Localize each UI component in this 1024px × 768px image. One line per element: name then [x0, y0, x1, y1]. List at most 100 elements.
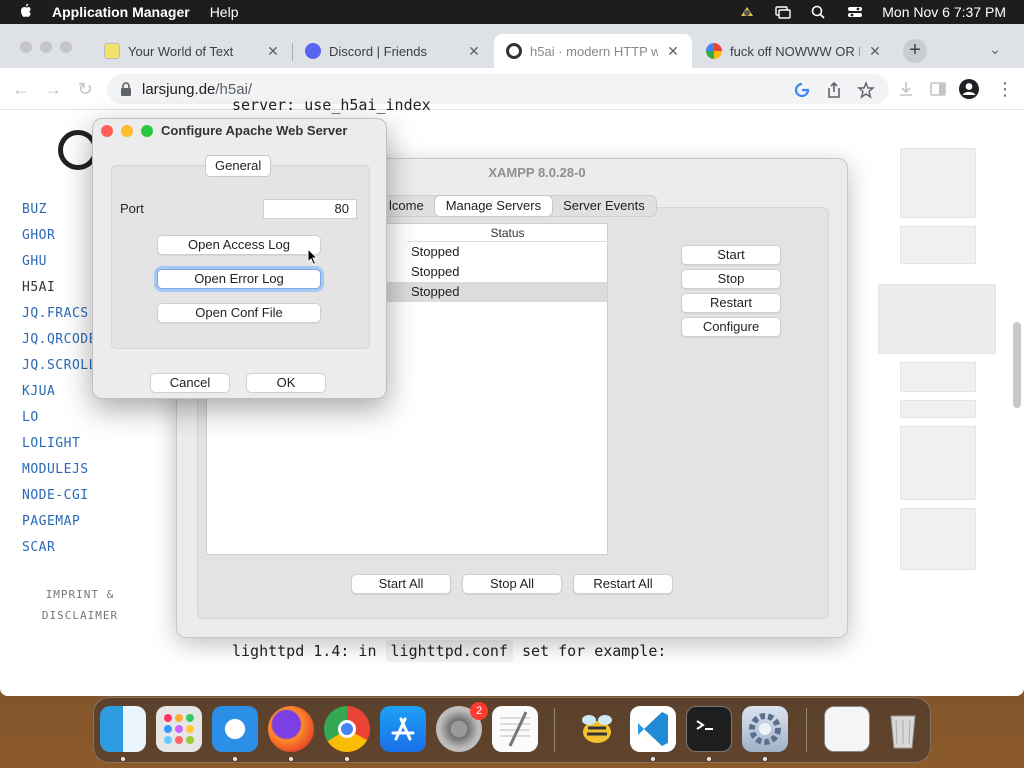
menu-help[interactable]: Help: [210, 4, 239, 20]
nav-link-lo[interactable]: LO: [22, 410, 97, 436]
screen-mirroring-icon[interactable]: [774, 4, 792, 20]
dock: 2: [93, 697, 931, 763]
dialog-close-dot[interactable]: [101, 125, 113, 137]
app-store-icon[interactable]: [380, 706, 426, 752]
port-label: Port: [120, 201, 144, 216]
start-all-button[interactable]: Start All: [351, 574, 451, 594]
lock-icon[interactable]: [120, 82, 132, 96]
cancel-button[interactable]: Cancel: [150, 373, 230, 393]
trash-icon[interactable]: [880, 706, 926, 752]
tab-close-icon[interactable]: ✕: [868, 44, 882, 58]
start-button[interactable]: Start: [681, 245, 781, 265]
window-minimize-dot[interactable]: [40, 41, 52, 53]
nav-link-ghu[interactable]: GHU: [22, 254, 97, 280]
browser-menu-icon[interactable]: ⋮: [994, 78, 1016, 100]
terminal-icon[interactable]: [686, 706, 732, 752]
browser-toolbar: ← → ↻ larsjung.de/h5ai/ ⋮: [0, 68, 1024, 110]
nav-link-ghor[interactable]: GHOR: [22, 228, 97, 254]
new-tab-button[interactable]: +: [903, 39, 927, 63]
tab-close-icon[interactable]: ✕: [467, 44, 481, 58]
imprint-link[interactable]: IMPRINT & DISCLAIMER: [20, 584, 140, 626]
open-conf-file-button[interactable]: Open Conf File: [157, 303, 321, 323]
control-center-icon[interactable]: [846, 4, 864, 20]
stop-button[interactable]: Stop: [681, 269, 781, 289]
mouse-cursor-icon: [307, 248, 319, 266]
dialog-zoom-dot[interactable]: [141, 125, 153, 137]
tab-server-events[interactable]: Server Events: [552, 196, 656, 216]
menu-app-name[interactable]: Application Manager: [52, 4, 190, 20]
tab-discord[interactable]: Discord | Friends ✕: [293, 34, 493, 68]
forward-arrow-icon[interactable]: →: [42, 78, 64, 100]
page-map-thumb: [900, 226, 976, 264]
nav-link-pagemap[interactable]: PAGEMAP: [22, 514, 97, 540]
nav-link-jq-fracs[interactable]: JQ.FRACS: [22, 306, 97, 332]
xampp-bee-icon[interactable]: [574, 706, 620, 752]
xampp-tab-bar: lcome Manage Servers Server Events: [377, 195, 657, 217]
google-lens-icon[interactable]: [793, 81, 811, 99]
firefox-icon[interactable]: [268, 706, 314, 752]
tab-your-world-of-text[interactable]: Your World of Text ✕: [92, 34, 292, 68]
search-icon[interactable]: [810, 4, 828, 20]
nav-link-kjua[interactable]: KJUA: [22, 384, 97, 410]
window-zoom-dot[interactable]: [60, 41, 72, 53]
nav-link-h5ai[interactable]: H5AI: [22, 280, 97, 306]
tab-manage-servers[interactable]: Manage Servers: [434, 196, 553, 216]
finder-icon[interactable]: [100, 706, 146, 752]
reload-icon[interactable]: ↻: [74, 78, 96, 100]
tab-close-icon[interactable]: ✕: [666, 44, 680, 58]
xampp-menu-icon[interactable]: [738, 4, 756, 20]
restart-button[interactable]: Restart: [681, 293, 781, 313]
side-panel-icon[interactable]: [929, 80, 947, 98]
tab-general[interactable]: General: [205, 155, 272, 177]
nav-link-node-cgi[interactable]: NODE-CGI: [22, 488, 97, 514]
share-icon[interactable]: [825, 81, 843, 99]
back-arrow-icon[interactable]: ←: [10, 78, 32, 100]
safari-icon[interactable]: [212, 706, 258, 752]
nav-link-buz[interactable]: BUZ: [22, 202, 97, 228]
bookmark-star-icon[interactable]: [857, 81, 875, 99]
address-bar[interactable]: larsjung.de/h5ai/: [107, 74, 889, 104]
download-icon[interactable]: [897, 80, 915, 98]
configure-apache-dialog: Configure Apache Web Server General Port…: [92, 118, 387, 399]
tab-google-search[interactable]: fuck off NOWWW OR I ✕: [694, 34, 894, 68]
page-map-thumb: [900, 362, 976, 392]
preview-icon[interactable]: [824, 706, 870, 752]
code-chip: lighttpd.conf: [385, 640, 513, 662]
tab-close-icon[interactable]: ✕: [266, 44, 280, 58]
open-access-log-button[interactable]: Open Access Log: [157, 235, 321, 255]
xampp-manager-icon[interactable]: [742, 706, 788, 752]
tab-search-chevron-icon[interactable]: ⌄: [985, 39, 1005, 59]
page-scrollbar[interactable]: [1013, 322, 1021, 408]
launchpad-icon[interactable]: [156, 706, 202, 752]
menu-clock[interactable]: Mon Nov 6 7:37 PM: [882, 4, 1006, 20]
vscode-icon[interactable]: [630, 706, 676, 752]
textedit-icon[interactable]: [492, 706, 538, 752]
nav-link-modulejs[interactable]: MODULEJS: [22, 462, 97, 488]
configure-button[interactable]: Configure: [681, 317, 781, 337]
apple-icon[interactable]: [18, 4, 34, 20]
profile-avatar-icon[interactable]: [958, 78, 980, 100]
status-column-header[interactable]: Status: [407, 224, 608, 242]
dialog-title: Configure Apache Web Server: [161, 123, 348, 138]
running-indicator: [121, 757, 125, 761]
restart-all-button[interactable]: Restart All: [573, 574, 673, 594]
tab-h5ai[interactable]: h5ai · modern HTTP w ✕: [494, 34, 692, 68]
port-field[interactable]: 80: [263, 199, 357, 219]
ok-button[interactable]: OK: [246, 373, 326, 393]
window-close-dot[interactable]: [20, 41, 32, 53]
url-domain: larsjung.de: [142, 80, 216, 98]
running-indicator: [233, 757, 237, 761]
dialog-minimize-dot[interactable]: [121, 125, 133, 137]
stop-all-button[interactable]: Stop All: [462, 574, 562, 594]
nav-link-scar[interactable]: SCAR: [22, 540, 97, 566]
project-nav: BUZ GHOR GHU H5AI JQ.FRACS JQ.QRCODE JQ.…: [22, 202, 97, 566]
page-map-thumb: [900, 400, 976, 418]
page-map-thumb: [900, 148, 976, 218]
google-favicon-icon: [706, 43, 722, 59]
open-error-log-button[interactable]: Open Error Log: [157, 269, 321, 289]
nav-link-lolight[interactable]: LOLIGHT: [22, 436, 97, 462]
nav-link-jq-qrcode[interactable]: JQ.QRCODE: [22, 332, 97, 358]
running-indicator: [763, 757, 767, 761]
chrome-icon[interactable]: [324, 706, 370, 752]
nav-link-jq-scroll[interactable]: JQ.SCROLL: [22, 358, 97, 384]
